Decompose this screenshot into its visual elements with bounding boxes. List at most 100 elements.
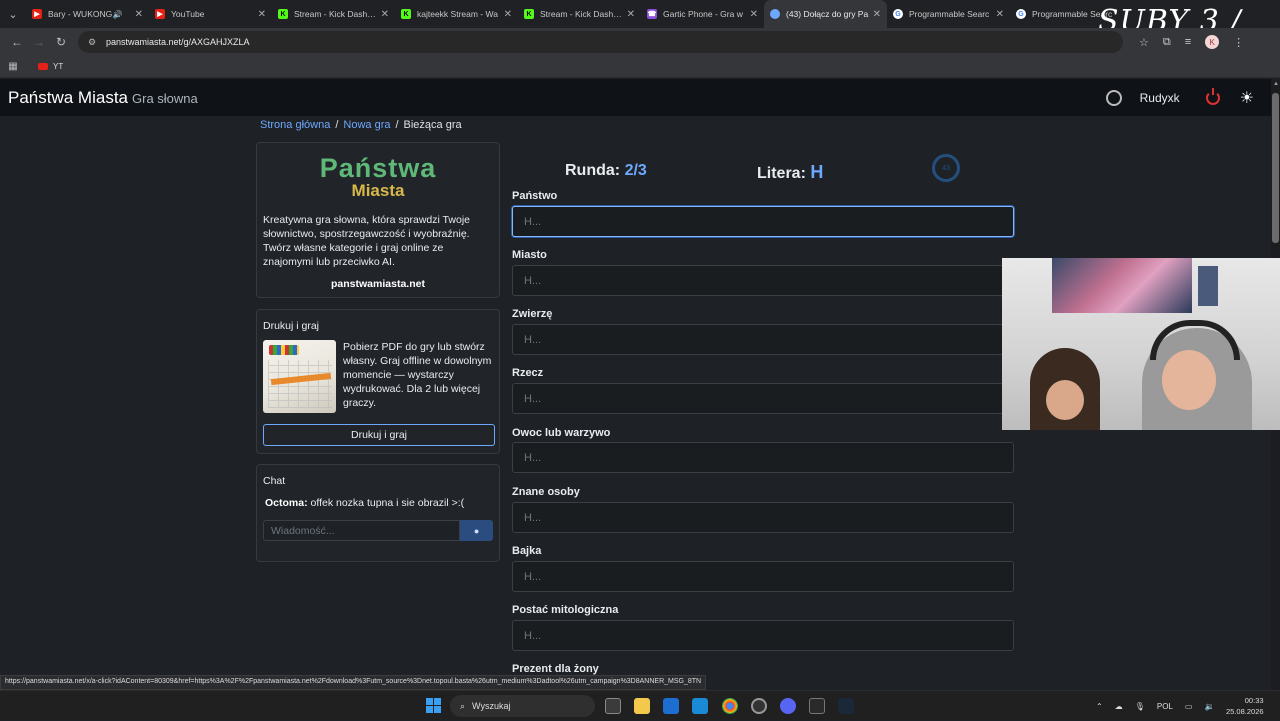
mail-icon[interactable]: [692, 698, 708, 714]
letter-indicator: Litera: H: [757, 162, 824, 182]
app-icon[interactable]: [751, 698, 767, 714]
language-indicator[interactable]: POL: [1157, 702, 1173, 711]
logout-power-icon[interactable]: [1205, 87, 1220, 105]
windows-start-icon[interactable]: [426, 698, 441, 713]
chat-message-input[interactable]: [263, 520, 461, 541]
close-tab-icon[interactable]: ✕: [381, 9, 389, 20]
chat-send-button[interactable]: ●: [460, 520, 493, 541]
chevron-up-icon[interactable]: ⌃: [1096, 702, 1103, 711]
print-description: Pobierz PDF do gry lub stwórz własny. Gr…: [343, 341, 492, 409]
browser-toolbar: ← → ↻ ⚙ panstwamiasta.net/g/AXGAHJXZLA ☆…: [0, 28, 1280, 56]
taskbar-clock[interactable]: 00:33 25.08.2026: [1226, 695, 1264, 717]
print-card: Drukuj i graj Pobierz PDF do gry lub stw…: [256, 309, 500, 454]
username-link[interactable]: Rudyxk: [1140, 91, 1180, 105]
apps-grid-icon[interactable]: ▦: [0, 61, 26, 72]
kebab-menu-icon[interactable]: ⋮: [1233, 36, 1244, 49]
browser-tab[interactable]: G Programmable Searc ✕: [887, 0, 1010, 28]
youtube-favicon-icon: ▶: [32, 9, 42, 19]
bookmarks-bar: ▦ YT: [0, 56, 1280, 78]
chat-bubble-icon: ●: [473, 525, 480, 536]
speaker-icon[interactable]: 🔊: [113, 10, 123, 19]
youtube-icon: [38, 63, 48, 70]
chat-title: Chat: [263, 475, 286, 487]
site-name: panstwamiasta.net: [331, 278, 425, 290]
extensions-icon[interactable]: ⧉: [1163, 36, 1171, 49]
windows-taskbar: ⌕ Wyszukaj ⌃ ☁ 🎙 POL ▭ 🔉 00:33 25.08.202…: [0, 690, 1280, 720]
theme-sun-icon[interactable]: ☀: [1240, 88, 1254, 108]
close-tab-icon[interactable]: ✕: [996, 9, 1004, 20]
field-label: Prezent dla żony: [512, 663, 599, 675]
forward-arrow-icon[interactable]: →: [28, 35, 50, 49]
answer-input-animal[interactable]: [512, 324, 1014, 355]
answer-input-fairy-tale[interactable]: [512, 561, 1014, 592]
print-and-play-button[interactable]: Drukuj i graj: [263, 424, 495, 446]
close-tab-icon[interactable]: ✕: [258, 9, 266, 20]
address-bar[interactable]: ⚙ panstwamiasta.net/g/AXGAHJXZLA: [78, 31, 1123, 53]
breadcrumb-new-game[interactable]: Nowa gra: [343, 119, 390, 131]
site-info-icon[interactable]: ⚙: [88, 37, 98, 48]
browser-tab[interactable]: ☎ Gartic Phone - Gra w ✕: [641, 0, 764, 28]
toolbar-actions: ☆ ⧉ ≡ K ⋮: [1139, 35, 1244, 49]
countdown-timer: 43: [932, 154, 960, 182]
task-view-icon[interactable]: [605, 698, 621, 714]
close-tab-icon[interactable]: ✕: [135, 9, 143, 20]
browser-tab[interactable]: ▶ YouTube ✕: [149, 0, 272, 28]
chat-card: Chat Octoma: offek nozka tupna i sie obr…: [256, 464, 500, 562]
answer-input-mythological-figure[interactable]: [512, 620, 1014, 651]
site-brand[interactable]: Państwa Miasta Gra słowna: [8, 88, 198, 108]
discord-icon[interactable]: [780, 698, 796, 714]
game-logo: Państwa Miasta: [319, 153, 437, 200]
answer-input-famous-people[interactable]: [512, 502, 1014, 533]
cloud-icon[interactable]: ☁: [1115, 702, 1123, 711]
monitor-icon[interactable]: ▭: [1185, 702, 1193, 711]
browser-tab[interactable]: K Stream - Kick Dashbo ✕: [518, 0, 641, 28]
bookmark-yt[interactable]: YT: [38, 62, 63, 71]
answer-input-country[interactable]: [512, 206, 1014, 237]
close-tab-icon[interactable]: ✕: [504, 9, 512, 20]
store-icon[interactable]: [663, 698, 679, 714]
scrollbar-thumb[interactable]: [1272, 93, 1279, 243]
field-label: Postać mitologiczna: [512, 604, 619, 616]
breadcrumb-current: Bieżąca gra: [403, 119, 462, 131]
answer-input-fruit-vegetable[interactable]: [512, 442, 1014, 473]
back-arrow-icon[interactable]: ←: [6, 35, 28, 49]
field-label: Rzecz: [512, 367, 544, 379]
profile-avatar[interactable]: K: [1205, 35, 1220, 49]
microphone-icon[interactable]: 🎙: [1135, 702, 1145, 711]
globe-favicon-icon: [770, 9, 780, 19]
navbar-actions: Rudyxk ☀: [1105, 87, 1254, 108]
breadcrumb-home[interactable]: Strona główna: [260, 119, 330, 131]
scroll-up-icon[interactable]: ▲: [1273, 81, 1279, 87]
chrome-icon[interactable]: [722, 698, 738, 714]
browser-tab[interactable]: K Stream - Kick Dashbo ✕: [272, 0, 395, 28]
tab-search-menu-icon[interactable]: ⌄: [0, 0, 26, 28]
reload-icon[interactable]: ↻: [50, 35, 72, 49]
close-tab-icon[interactable]: ✕: [873, 9, 881, 20]
close-tab-icon[interactable]: ✕: [750, 9, 758, 20]
browser-tab[interactable]: K kajteekk Stream - Wa ✕: [395, 0, 518, 28]
volume-icon[interactable]: 🔉: [1204, 702, 1214, 711]
search-icon: ⌕: [460, 700, 466, 711]
settings-gear-icon[interactable]: [1105, 89, 1122, 106]
bookmark-star-icon[interactable]: ☆: [1139, 36, 1149, 49]
intro-card: Państwa Miasta Kreatywna gra słowna, któ…: [256, 142, 500, 298]
wall-painting: [1052, 258, 1192, 313]
browser-tab-strip: ⌄ ▶ Bary - WUKONG 🔊 ✕ ▶ YouTube ✕ K Stre…: [0, 0, 1280, 28]
answer-input-thing[interactable]: [512, 383, 1014, 414]
epic-games-icon[interactable]: [809, 698, 825, 714]
system-tray: ⌃ ☁ 🎙 POL ▭ 🔉: [1096, 691, 1214, 721]
webcam-overlay: [1002, 258, 1280, 430]
taskbar-search[interactable]: ⌕ Wyszukaj: [450, 695, 595, 717]
answer-input-city[interactable]: [512, 265, 1014, 296]
google-favicon-icon: G: [893, 9, 903, 19]
media-icon[interactable]: ≡: [1185, 36, 1191, 48]
field-label: Zwierzę: [512, 308, 553, 320]
browser-tab[interactable]: ▶ Bary - WUKONG 🔊 ✕: [26, 0, 149, 28]
field-label: Państwo: [512, 190, 558, 202]
file-explorer-icon[interactable]: [634, 698, 650, 714]
browser-tab-active[interactable]: (43) Dołącz do gry Pa ✕: [764, 0, 887, 28]
close-tab-icon[interactable]: ✕: [627, 9, 635, 20]
steam-icon[interactable]: [838, 698, 854, 714]
site-navbar: Państwa Miasta Gra słowna Rudyxk ☀: [0, 79, 1272, 116]
field-label: Miasto: [512, 249, 547, 261]
